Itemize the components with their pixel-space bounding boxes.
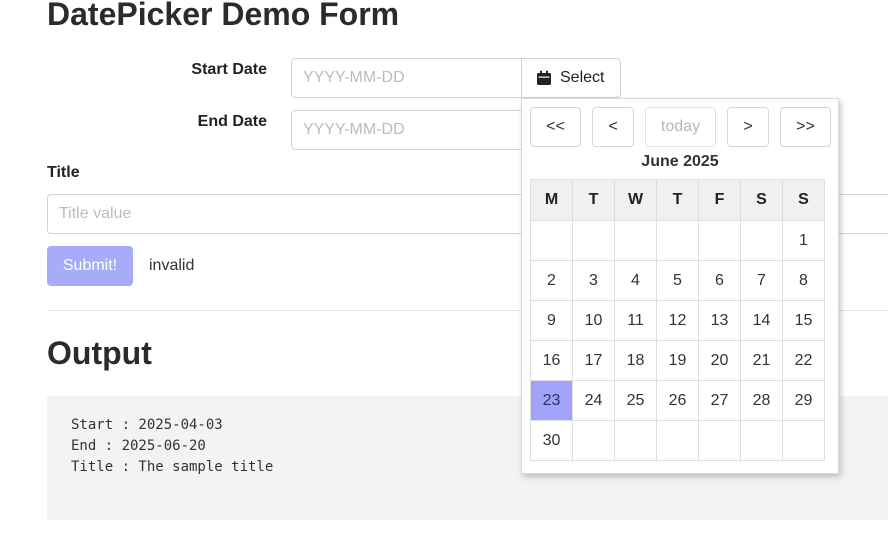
output-line-title: Title : The sample title <box>71 459 274 475</box>
month-label: June 2025 <box>641 153 719 170</box>
output-line-start: Start : 2025-04-03 <box>71 417 223 433</box>
calendar-day[interactable]: 6 <box>698 260 741 301</box>
calendar-day-selected[interactable]: 23 <box>530 380 573 421</box>
calendar-day[interactable]: 19 <box>656 340 699 381</box>
calendar-day[interactable]: 9 <box>530 300 573 341</box>
calendar-week-row: 9 10 11 12 13 14 15 <box>530 300 825 341</box>
select-date-button[interactable]: Select <box>521 58 621 98</box>
weekday-header: S <box>782 179 825 221</box>
calendar-day[interactable]: 13 <box>698 300 741 341</box>
weekday-header: T <box>572 179 615 221</box>
calendar-day[interactable]: 26 <box>656 380 699 421</box>
calendar-day[interactable]: 24 <box>572 380 615 421</box>
end-date-label: End Date <box>197 113 267 130</box>
calendar-empty-cell <box>740 220 783 261</box>
calendar-empty-cell <box>614 420 657 461</box>
start-date-label: Start Date <box>191 61 267 78</box>
calendar-day[interactable]: 5 <box>656 260 699 301</box>
calendar-empty-cell <box>572 220 615 261</box>
calendar-day[interactable]: 17 <box>572 340 615 381</box>
calendar-day[interactable]: 7 <box>740 260 783 301</box>
calendar-day[interactable]: 29 <box>782 380 825 421</box>
calendar-day[interactable]: 28 <box>740 380 783 421</box>
calendar-week-row: 30 <box>530 420 825 461</box>
weekday-header: S <box>740 179 783 221</box>
calendar-day[interactable]: 14 <box>740 300 783 341</box>
calendar-empty-cell <box>614 220 657 261</box>
prev-year-button[interactable]: << <box>530 107 581 147</box>
calendar-day[interactable]: 10 <box>572 300 615 341</box>
calendar-day[interactable]: 12 <box>656 300 699 341</box>
calendar-empty-cell <box>782 420 825 461</box>
calendar-empty-cell <box>740 420 783 461</box>
next-year-button[interactable]: >> <box>780 107 831 147</box>
calendar-day[interactable]: 18 <box>614 340 657 381</box>
submit-button[interactable]: Submit! <box>47 246 133 286</box>
output-title: Output <box>47 335 152 371</box>
calendar-day[interactable]: 16 <box>530 340 573 381</box>
calendar-week-row: 16 17 18 19 20 21 22 <box>530 340 825 381</box>
calendar-day[interactable]: 8 <box>782 260 825 301</box>
calendar-day[interactable]: 11 <box>614 300 657 341</box>
calendar-day[interactable]: 27 <box>698 380 741 421</box>
weekday-header: T <box>656 179 699 221</box>
calendar-week-row: 23 24 25 26 27 28 29 <box>530 380 825 421</box>
calendar-day[interactable]: 3 <box>572 260 615 301</box>
select-button-label: Select <box>560 69 605 86</box>
calendar-day[interactable]: 1 <box>782 220 825 261</box>
end-date-input[interactable] <box>291 110 541 150</box>
calendar-empty-cell <box>530 220 573 261</box>
today-button[interactable]: today <box>645 107 716 147</box>
calendar-grid: MTWTFSS 1 2 3 4 5 6 7 8 9 10 11 12 13 14 15 16 17 18 19 20 2… <box>530 179 825 461</box>
calendar-empty-cell <box>656 420 699 461</box>
calendar-week-row: 1 <box>530 220 825 261</box>
calendar-empty-cell <box>572 420 615 461</box>
weekday-header: W <box>614 179 657 221</box>
output-line-end: End : 2025-06-20 <box>71 438 206 454</box>
title-label: Title <box>47 164 80 181</box>
start-date-input[interactable] <box>291 58 522 98</box>
calendar-day[interactable]: 4 <box>614 260 657 301</box>
next-month-button[interactable]: > <box>727 107 769 147</box>
weekday-header-row: MTWTFSS <box>530 179 825 221</box>
calendar-empty-cell <box>698 220 741 261</box>
calendar-day[interactable]: 25 <box>614 380 657 421</box>
calendar-day[interactable]: 22 <box>782 340 825 381</box>
weekday-header: M <box>530 179 573 221</box>
calendar-day[interactable]: 20 <box>698 340 741 381</box>
calendar-empty-cell <box>656 220 699 261</box>
prev-month-button[interactable]: < <box>592 107 634 147</box>
validation-status: invalid <box>149 257 195 274</box>
calendar-day[interactable]: 30 <box>530 420 573 461</box>
calendar-day[interactable]: 15 <box>782 300 825 341</box>
calendar-week-row: 2345678 <box>530 260 825 301</box>
page-title: DatePicker Demo Form <box>47 0 400 32</box>
calendar-popup: << < today > >> June 2025 MTWTFSS 123456… <box>521 98 839 474</box>
calendar-day[interactable]: 2 <box>530 260 573 301</box>
calendar-empty-cell <box>698 420 741 461</box>
weekday-header: F <box>698 179 741 221</box>
calendar-icon <box>537 70 551 85</box>
calendar-day[interactable]: 21 <box>740 340 783 381</box>
